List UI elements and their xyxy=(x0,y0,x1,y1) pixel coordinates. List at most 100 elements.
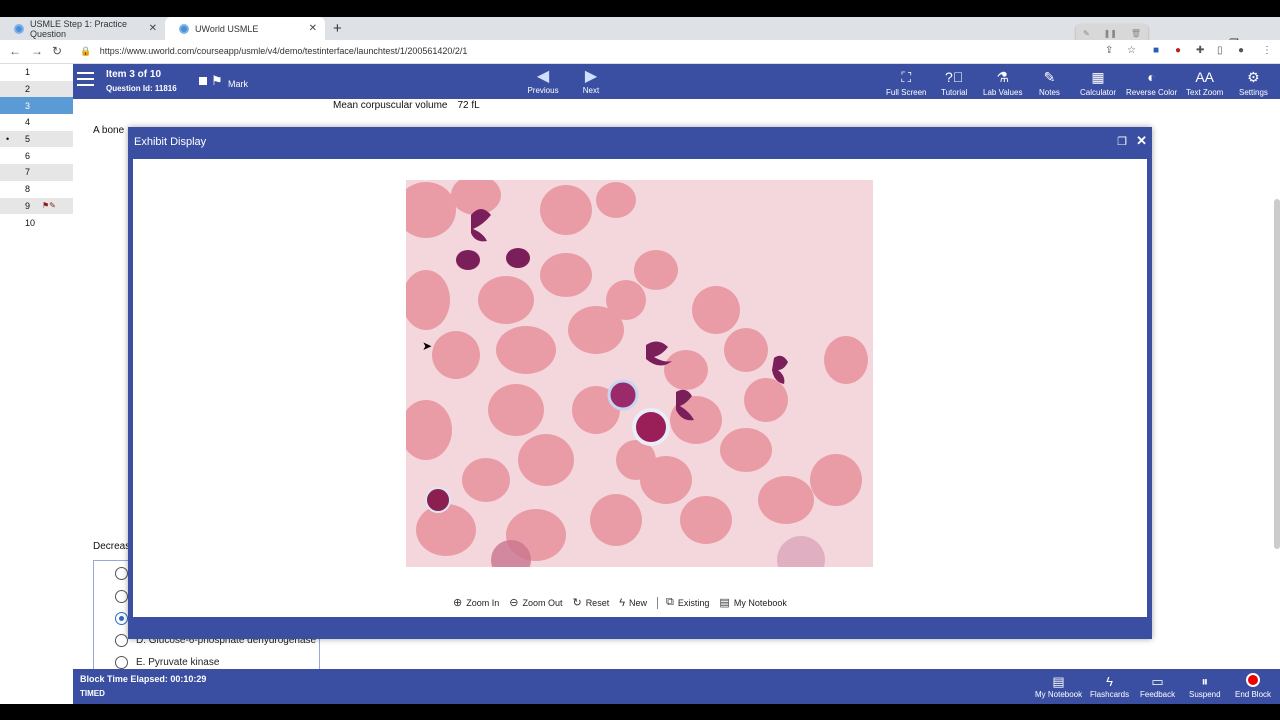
lab-row-mcv: Mean corpuscular volume 72 fL xyxy=(333,100,480,111)
question-item-7[interactable]: 7 xyxy=(0,164,73,181)
existing-label: Existing xyxy=(677,597,710,608)
close-tab-icon[interactable]: ✕ xyxy=(309,23,317,34)
url-field[interactable]: 🔒 https://www.uworld.com/courseapp/usmle… xyxy=(80,46,467,57)
full-screen-button[interactable]: ⛶ Full Screen xyxy=(886,67,926,97)
question-item-3[interactable]: 3 xyxy=(0,97,73,115)
edit-icon[interactable]: ✎ xyxy=(1083,29,1090,38)
existing-flashcard-button[interactable]: ⧉ Existing xyxy=(666,596,709,609)
previous-arrow-icon: ◀ xyxy=(536,68,550,85)
end-block-button[interactable]: End Block xyxy=(1235,673,1271,699)
extensions-puzzle-icon[interactable]: ✚ xyxy=(1196,45,1204,56)
flask-icon: ⚗ xyxy=(996,69,1009,85)
tool-label: Calculator xyxy=(1080,88,1117,97)
delete-icon[interactable]: 🗑 xyxy=(1131,29,1141,38)
lab-value: 72 fL xyxy=(457,100,480,111)
close-icon[interactable]: ✕ xyxy=(1136,133,1147,149)
extension-icon[interactable]: ■ xyxy=(1153,45,1159,56)
tool-label: Lab Values xyxy=(983,88,1023,97)
radio-button[interactable] xyxy=(115,656,128,669)
question-number: 8 xyxy=(25,184,31,195)
flashcards-button[interactable]: ϟ Flashcards xyxy=(1090,673,1129,699)
suspend-button[interactable]: ⏸ Suspend xyxy=(1189,673,1221,699)
flag-icon[interactable]: ⚑ xyxy=(211,73,223,89)
lock-icon: 🔒 xyxy=(80,46,92,56)
flag-note-icon: ⚑✎ xyxy=(42,201,56,211)
hamburger-menu-icon[interactable] xyxy=(77,72,94,86)
previous-button[interactable]: ◀ Previous xyxy=(523,68,563,95)
option-text: E. Pyruvate kinase xyxy=(136,657,220,668)
next-arrow-icon: ▶ xyxy=(584,68,598,85)
notebook-icon: ▤ xyxy=(1052,674,1065,689)
url-text: https://www.uworld.com/courseapp/usmle/v… xyxy=(99,46,468,56)
my-notebook-button[interactable]: ▤ My Notebook xyxy=(719,596,786,609)
settings-button[interactable]: ⚙ Settings xyxy=(1239,67,1268,97)
lab-values-button[interactable]: ⚗ Lab Values xyxy=(983,67,1022,97)
reload-icon[interactable]: ↻ xyxy=(52,44,62,58)
question-item-6[interactable]: 6 xyxy=(0,147,73,164)
my-notebook-button[interactable]: ▤ My Notebook xyxy=(1035,673,1082,699)
question-number: 6 xyxy=(25,150,31,161)
question-item-2[interactable]: 2 xyxy=(0,80,73,98)
new-label: New xyxy=(629,597,648,608)
zoom-out-label: Zoom Out xyxy=(522,597,563,608)
flashcards-icon: ϟ xyxy=(1106,674,1113,689)
answer-option-e[interactable]: E. Pyruvate kinase xyxy=(115,656,219,669)
modal-title: Exhibit Display xyxy=(134,136,207,148)
pause-circle-icon: ⏸ xyxy=(1201,674,1209,689)
question-item-1[interactable]: 1 xyxy=(0,64,73,81)
reset-label: Reset xyxy=(585,597,610,608)
top-letterbox xyxy=(0,0,1280,17)
back-icon[interactable]: ← xyxy=(9,44,21,58)
browser-tab-uworld[interactable]: UWorld USMLE ✕ xyxy=(165,17,325,40)
mark-label[interactable]: Mark xyxy=(228,79,248,89)
feedback-button[interactable]: ▭ Feedback xyxy=(1140,673,1175,699)
radio-button[interactable] xyxy=(115,634,128,647)
radio-button[interactable] xyxy=(115,590,128,603)
new-flashcard-button[interactable]: ϟ New xyxy=(619,597,647,609)
profile-avatar-icon[interactable]: ● xyxy=(1238,45,1244,56)
reset-icon: ↻ xyxy=(572,597,582,609)
zoom-out-icon: ⊖ xyxy=(509,597,519,609)
sidebar-icon[interactable]: ▯ xyxy=(1217,45,1223,56)
forward-icon[interactable]: → xyxy=(31,44,43,58)
question-item-8[interactable]: 8 xyxy=(0,181,73,198)
pause-icon[interactable]: ❚❚ xyxy=(1104,29,1117,38)
bookmark-star-icon[interactable]: ☆ xyxy=(1127,45,1136,56)
blood-smear-image xyxy=(406,180,873,567)
zoom-out-button[interactable]: ⊖ Zoom Out xyxy=(509,596,562,609)
extension-icon[interactable]: ● xyxy=(1175,45,1181,56)
next-button[interactable]: ▶ Next xyxy=(571,68,611,95)
feedback-icon: ▭ xyxy=(1151,674,1164,689)
notebook-label: My Notebook xyxy=(733,597,787,608)
gear-icon: ⚙ xyxy=(1247,69,1260,85)
bottom-letterbox xyxy=(0,704,1280,720)
browser-tab-practice[interactable]: USMLE Step 1: Practice Question ✕ xyxy=(0,17,165,40)
radio-button-selected[interactable] xyxy=(115,612,128,625)
share-icon[interactable]: ⇪ xyxy=(1105,45,1113,56)
zoom-in-button[interactable]: ⊕ Zoom In xyxy=(453,596,499,609)
notes-button[interactable]: ✎ Notes xyxy=(1039,67,1060,97)
content-scrollbar[interactable] xyxy=(1274,199,1280,549)
existing-cards-icon: ⧉ xyxy=(666,596,674,608)
help-icon: ?⃝ xyxy=(945,69,964,85)
restore-window-icon[interactable]: ❐ xyxy=(1117,135,1127,148)
reverse-color-button[interactable]: ◐ Reverse Color xyxy=(1126,67,1177,97)
calculator-button[interactable]: ▦ Calculator xyxy=(1080,67,1116,97)
contrast-icon: ◐ xyxy=(1147,69,1156,85)
menu-kebab-icon[interactable]: ⋮ xyxy=(1262,45,1272,56)
radio-button[interactable] xyxy=(115,567,128,580)
mark-checkbox[interactable] xyxy=(199,77,207,85)
question-item-10[interactable]: 10 xyxy=(0,214,73,231)
notebook-icon: ▤ xyxy=(719,597,730,609)
reset-button[interactable]: ↻ Reset xyxy=(572,596,609,609)
question-item-9[interactable]: 9 ⚑✎ xyxy=(0,197,73,215)
new-tab-icon[interactable]: + xyxy=(333,20,342,37)
tutorial-button[interactable]: ?⃝ Tutorial xyxy=(941,67,967,97)
question-item-4[interactable]: 4 xyxy=(0,114,73,131)
close-tab-icon[interactable]: ✕ xyxy=(149,23,157,34)
question-item-5[interactable]: • 5 xyxy=(0,130,73,148)
tool-label: Notes xyxy=(1039,88,1060,97)
exhibit-display-modal: Exhibit Display ❐ ✕ ⊕ Zoom In ⊖ Zoom Out… xyxy=(128,127,1152,639)
text-zoom-button[interactable]: AA Text Zoom xyxy=(1186,67,1223,97)
question-stem: A bone xyxy=(93,125,125,136)
